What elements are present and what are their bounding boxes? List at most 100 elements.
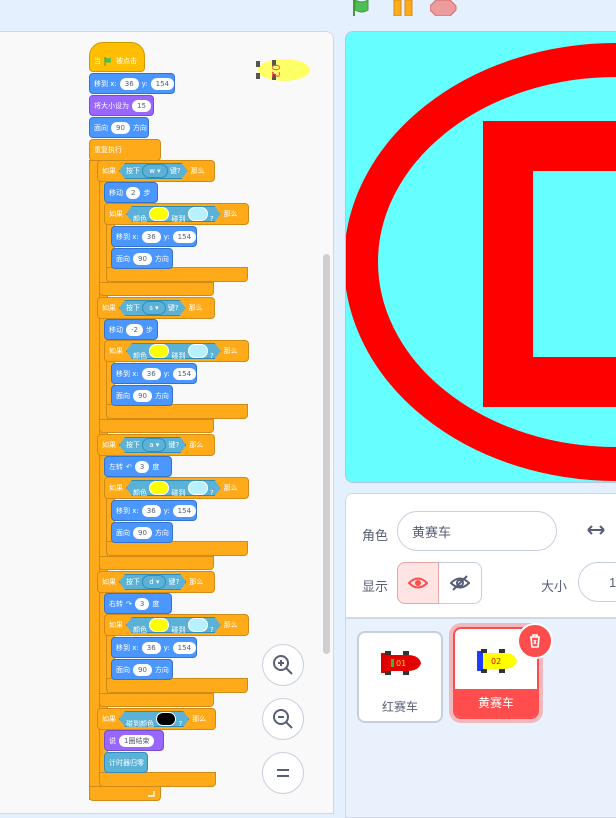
key-dropdown[interactable]: a ▾ — [142, 438, 166, 452]
color-label: 颜色 — [133, 215, 147, 223]
steps-input[interactable]: -2 — [126, 323, 143, 336]
point-direction-block[interactable]: 面向 90 方向 — [111, 385, 173, 406]
goto-x-input[interactable]: 36 — [141, 230, 161, 243]
steps-input[interactable]: 2 — [126, 186, 141, 199]
color-touching-color-sensor[interactable]: 颜色 碰到 ? — [126, 206, 221, 222]
goto-y-input[interactable]: 154 — [172, 641, 197, 654]
goto-y-input[interactable]: 154 — [172, 230, 197, 243]
goto-x-input[interactable]: 36 — [141, 504, 161, 517]
touching-color-sensor[interactable]: 碰到颜色 ? — [119, 711, 189, 727]
goto-xy-block[interactable]: 移到 x: 36 y: 154 — [111, 226, 197, 247]
if-color-touch-block[interactable]: 如果 颜色 碰到 ? 那么 — [104, 340, 249, 362]
eye-slash-icon — [450, 575, 470, 591]
color-swatch-cyan[interactable] — [188, 618, 208, 632]
size-input[interactable]: 15 — [132, 99, 151, 112]
reset-timer-block[interactable]: 计时器归零 — [104, 752, 148, 773]
color-swatch-cyan[interactable] — [188, 481, 208, 495]
color-swatch-yellow[interactable] — [149, 618, 169, 632]
key-dropdown[interactable]: d ▾ — [142, 575, 166, 589]
turn-right-block[interactable]: 右转 ↷ 3 度 — [104, 593, 172, 614]
sprite-name-yellow-car: 黄赛车 — [455, 689, 537, 717]
point-direction-block[interactable]: 面向 90 方向 — [111, 522, 173, 543]
goto-y-input[interactable]: 154 — [172, 367, 197, 380]
goto-x-input[interactable]: 36 — [119, 77, 139, 90]
key-pressed-sensor[interactable]: 按下 a ▾ 键? — [119, 437, 186, 453]
point-direction-block[interactable]: 面向 90 方向 — [89, 117, 149, 138]
if-touching-color-block[interactable]: 如果 碰到颜色 ? 那么 — [97, 708, 216, 730]
key-pressed-sensor[interactable]: 按下 d ▾ 键? — [119, 574, 186, 590]
say-block[interactable]: 说 1圈结束 — [104, 730, 164, 751]
if-key-d-block[interactable]: 如果 按下 d ▾ 键? 那么 — [97, 571, 215, 593]
size-input[interactable]: 1 — [578, 562, 616, 602]
if-color-touch-block[interactable]: 如果 颜色 碰到 ? 那么 — [104, 203, 249, 225]
degrees-input[interactable]: 3 — [134, 597, 150, 610]
if-label: 如果 — [102, 715, 116, 723]
goto-x-input[interactable]: 36 — [141, 367, 161, 380]
touch-label: 碰到 — [171, 626, 186, 634]
color-touching-color-sensor[interactable]: 颜色 碰到 ? — [126, 617, 221, 633]
stop-icon[interactable] — [430, 0, 458, 16]
color-touching-color-sensor[interactable]: 颜色 碰到 ? — [126, 480, 221, 496]
direction-input[interactable]: 90 — [133, 663, 152, 676]
zoom-reset-button[interactable] — [262, 752, 304, 794]
zoom-out-button[interactable] — [262, 698, 304, 740]
goto-xy-block[interactable]: 移到 x: 36 y: 154 — [89, 73, 175, 94]
move-steps-block[interactable]: 移动 2 步 — [104, 182, 158, 203]
if-key-s-block[interactable]: 如果 按下 s ▾ 键? 那么 — [97, 297, 215, 319]
if-color-touch-block[interactable]: 如果 颜色 碰到 ? 那么 — [104, 614, 249, 636]
if-key-a-block[interactable]: 如果 按下 a ▾ 键? 那么 — [97, 434, 215, 456]
pause-icon[interactable] — [392, 0, 418, 16]
sprite-tile-red-car[interactable]: 01 红赛车 — [357, 631, 443, 723]
point-direction-block[interactable]: 面向 90 方向 — [111, 248, 173, 269]
if-key-w-block[interactable]: 如果 按下 w ▾ 键? 那么 — [97, 160, 215, 182]
zoom-in-button[interactable] — [262, 644, 304, 686]
color-swatch-cyan[interactable] — [188, 207, 208, 221]
direction-input[interactable]: 90 — [111, 121, 130, 134]
direction-input[interactable]: 90 — [133, 252, 152, 265]
green-flag-icon[interactable] — [350, 0, 378, 16]
stage[interactable] — [345, 31, 616, 483]
color-swatch-yellow[interactable] — [149, 481, 169, 495]
turn-right-label: 右转 — [109, 599, 123, 608]
show-button[interactable] — [397, 562, 439, 604]
if-color-touch-block[interactable]: 如果 颜色 碰到 ? 那么 — [104, 477, 249, 499]
goto-xy-block[interactable]: 移到 x: 36 y: 154 — [111, 637, 197, 658]
goto-xy-block[interactable]: 移到 x: 36 y: 154 — [111, 500, 197, 521]
hide-button[interactable] — [439, 562, 482, 604]
set-size-block[interactable]: 将大小设为 15 — [89, 95, 154, 116]
turn-left-label: 左转 — [109, 462, 123, 471]
key-dropdown[interactable]: s ▾ — [142, 301, 165, 315]
delete-sprite-button[interactable] — [517, 623, 553, 659]
move-steps-block[interactable]: 移动 -2 步 — [104, 319, 158, 340]
direction-label: 方向 — [154, 391, 169, 400]
color-swatch-cyan[interactable] — [188, 344, 208, 358]
when-flag-clicked-block[interactable]: 当 被点击 — [89, 42, 145, 72]
goto-xy-block[interactable]: 移到 x: 36 y: 154 — [111, 363, 197, 384]
turn-left-block[interactable]: 左转 ↶ 3 度 — [104, 456, 172, 477]
y-label: y: — [141, 79, 148, 88]
if-end — [99, 772, 216, 787]
key-pressed-sensor[interactable]: 按下 w ▾ 键? — [119, 163, 188, 179]
say-input[interactable]: 1圈结束 — [119, 734, 155, 747]
code-area[interactable]: 02 当 被点击 移到 x: 36 y: 154 将大小设为 15 面向 90 … — [0, 31, 334, 814]
code-scrollbar[interactable] — [323, 254, 330, 654]
direction-input[interactable]: 90 — [133, 389, 152, 402]
direction-input[interactable]: 90 — [133, 526, 152, 539]
goto-y-input[interactable]: 154 — [172, 504, 197, 517]
color-swatch-black[interactable] — [156, 712, 176, 726]
sprite-name-input[interactable]: 黄赛车 — [397, 511, 557, 551]
goto-x-input[interactable]: 36 — [141, 641, 161, 654]
point-direction-block[interactable]: 面向 90 方向 — [111, 659, 173, 680]
forever-block[interactable]: 重复执行 — [89, 139, 161, 161]
degrees-input[interactable]: 3 — [134, 460, 150, 473]
key-pressed-sensor[interactable]: 按下 s ▾ 键? — [119, 300, 186, 316]
goto-y-input[interactable]: 154 — [150, 77, 175, 90]
svg-text:01: 01 — [396, 659, 406, 668]
color-touching-color-sensor[interactable]: 颜色 碰到 ? — [126, 343, 221, 359]
reset-timer-label: 计时器归零 — [109, 758, 144, 767]
color-swatch-yellow[interactable] — [149, 207, 169, 221]
then-label: 那么 — [190, 167, 205, 175]
color-swatch-yellow[interactable] — [149, 344, 169, 358]
key-dropdown[interactable]: w ▾ — [142, 164, 167, 178]
touch-label: 碰到 — [171, 352, 186, 360]
